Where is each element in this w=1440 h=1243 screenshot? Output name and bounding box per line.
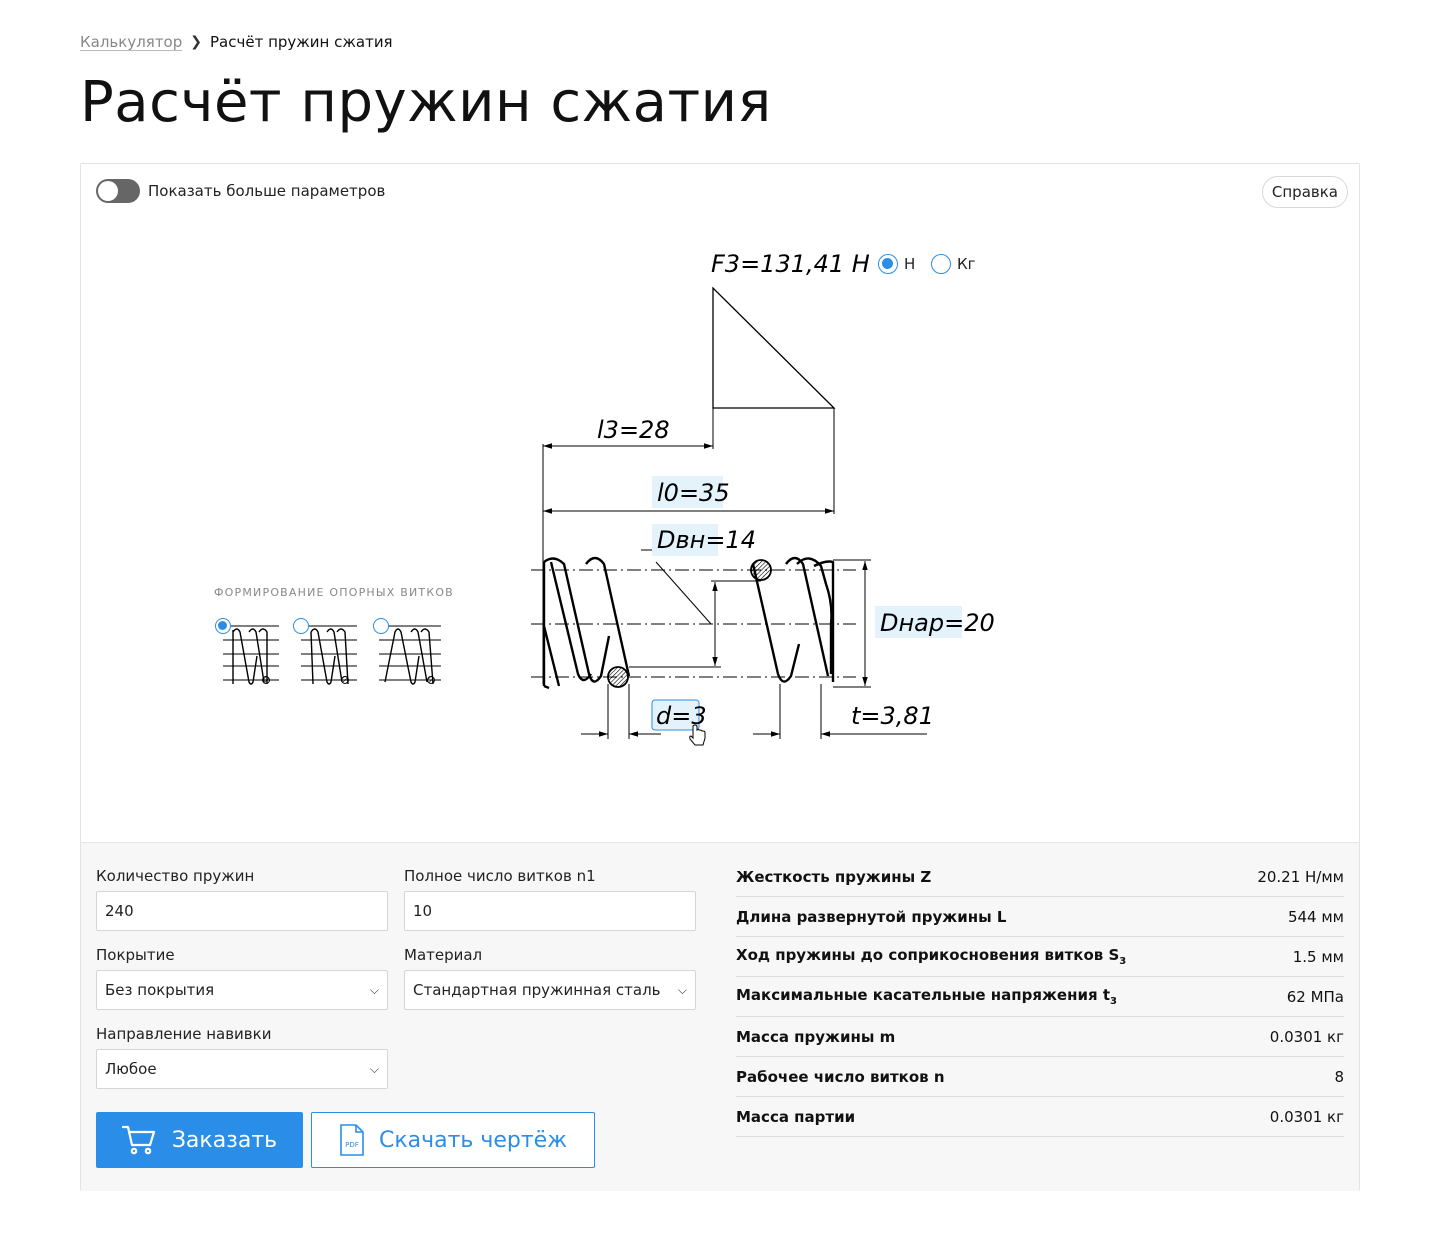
breadcrumb-current: Расчёт пружин сжатия [210, 33, 393, 51]
unit-option-kg[interactable]: Кг [931, 254, 976, 274]
support-coil-thumbnails [223, 625, 441, 685]
coating-field: Покрытие Без покрытия ⌵ [96, 946, 388, 1010]
result-row: Длина развернутой пружины L 544 мм [736, 897, 1344, 937]
unit-option-newton[interactable]: Н [878, 254, 915, 274]
drawing-panel: F3=131,41 H l3=28 l0=35 Dвн=14 Dнар=20 d… [81, 164, 1359, 842]
result-row: Жесткость пружины Z 20.21 Н/мм [736, 857, 1344, 897]
more-params-toggle-row: Показать больше параметров [96, 179, 385, 203]
material-label: Материал [404, 946, 483, 964]
total-coils-value: 10 [413, 902, 433, 920]
coating-value: Без покрытия [105, 981, 215, 999]
result-label-text: Рабочее число витков n [736, 1067, 945, 1086]
l0-label[interactable]: l0=35 [657, 479, 730, 507]
result-label: Ход пружины до соприкосновения витков S3 [736, 946, 1126, 967]
result-label: Масса пружины m [736, 1028, 895, 1046]
radio-newton[interactable] [878, 254, 898, 274]
inner-diameter-label[interactable]: Dвн=14 [657, 526, 756, 554]
chevron-down-icon: ⌵ [677, 982, 687, 997]
order-button[interactable]: Заказать [96, 1112, 303, 1168]
result-value: 20.21 Н/мм [1257, 867, 1344, 886]
chevron-right-icon: ❯ [190, 34, 202, 50]
result-label: Масса партии [736, 1108, 855, 1126]
result-label-text: Длина развернутой пружины L [736, 907, 1007, 926]
help-button[interactable]: Справка [1261, 176, 1348, 208]
outer-diameter-label[interactable]: Dнар=20 [880, 609, 995, 637]
result-label-text: Максимальные касательные напряжения t [736, 986, 1111, 1004]
calculator-card: F3=131,41 H l3=28 l0=35 Dвн=14 Dнар=20 d… [80, 163, 1360, 1191]
result-label-text: Масса пружины m [736, 1027, 896, 1046]
quantity-field: Количество пружин 240 [96, 867, 388, 931]
page-title: Расчёт пружин сжатия [80, 70, 772, 135]
result-label-text: Ход пружины до соприкосновения витков S [736, 946, 1120, 964]
result-label-text: Масса партии [736, 1107, 856, 1126]
result-label-subscript: 3 [1110, 996, 1117, 1007]
toggle-knob [98, 181, 118, 201]
cart-icon [121, 1125, 155, 1155]
more-params-toggle[interactable] [96, 179, 140, 203]
material-select[interactable]: Стандартная пружинная сталь ⌵ [404, 970, 696, 1010]
force-label: F3=131,41 H [711, 250, 870, 278]
result-value: 62 МПа [1286, 987, 1344, 1006]
pdf-badge-text: PDF [345, 1141, 359, 1149]
support-coil-option-2[interactable] [293, 618, 309, 634]
coating-select[interactable]: Без покрытия ⌵ [96, 970, 388, 1010]
result-value: 8 [1334, 1067, 1344, 1086]
breadcrumb-link-calculator[interactable]: Калькулятор [80, 33, 182, 51]
total-coils-label: Полное число витков n1 [404, 867, 596, 885]
support-coil-option-3[interactable] [373, 618, 389, 634]
winding-select[interactable]: Любое ⌵ [96, 1049, 388, 1089]
radio-kg[interactable] [931, 254, 951, 274]
winding-value: Любое [105, 1060, 157, 1078]
more-params-label: Показать больше параметров [148, 182, 386, 200]
unit-kg-label: Кг [957, 255, 976, 273]
chevron-down-icon: ⌵ [369, 1061, 379, 1076]
result-label: Длина развернутой пружины L [736, 908, 1006, 926]
result-row: Рабочее число витков n 8 [736, 1057, 1344, 1097]
winding-label: Направление навивки [96, 1025, 272, 1043]
result-row: Ход пружины до соприкосновения витков S3… [736, 937, 1344, 977]
result-row: Максимальные касательные напряжения t3 62… [736, 977, 1344, 1017]
winding-field: Направление навивки Любое ⌵ [96, 1025, 388, 1089]
material-field: Материал Стандартная пружинная сталь ⌵ [404, 946, 696, 1010]
quantity-input[interactable]: 240 [96, 891, 388, 931]
spring-drawing: F3=131,41 H l3=28 l0=35 Dвн=14 Dнар=20 d… [223, 250, 995, 746]
result-value: 0.0301 кг [1269, 1107, 1344, 1126]
result-label: Рабочее число витков n [736, 1068, 945, 1086]
quantity-value: 240 [105, 902, 134, 920]
parameters-panel: Количество пружин 240 Полное число витко… [81, 842, 1359, 1191]
results-table: Жесткость пружины Z 20.21 Н/мм Длина разве… [736, 857, 1344, 1137]
result-value: 1.5 мм [1292, 947, 1344, 966]
quantity-label: Количество пружин [96, 867, 255, 885]
total-coils-field: Полное число витков n1 10 [404, 867, 696, 931]
l3-label: l3=28 [597, 416, 670, 444]
wire-diameter-label[interactable]: d=3 [656, 702, 707, 730]
coating-label: Покрытие [96, 946, 175, 964]
chevron-down-icon: ⌵ [369, 982, 379, 997]
support-coils-caption: ФОРМИРОВАНИЕ ОПОРНЫХ ВИТКОВ [214, 586, 454, 599]
download-drawing-button[interactable]: PDF Скачать чертёж [311, 1112, 595, 1168]
pitch-label: t=3,81 [851, 702, 934, 730]
result-label-text: Жесткость пружины Z [736, 867, 932, 886]
support-coil-option-1[interactable] [215, 618, 231, 634]
order-label: Заказать [171, 1127, 278, 1153]
result-row: Масса партии 0.0301 кг [736, 1097, 1344, 1137]
result-value: 0.0301 кг [1269, 1027, 1344, 1046]
material-value: Стандартная пружинная сталь [413, 981, 661, 999]
result-label: Жесткость пружины Z [736, 868, 931, 886]
breadcrumb: Калькулятор ❯ Расчёт пружин сжатия [80, 33, 393, 51]
total-coils-input[interactable]: 10 [404, 891, 696, 931]
result-label-subscript: 3 [1119, 956, 1127, 967]
result-label: Максимальные касательные напряжения t3 [736, 986, 1117, 1007]
result-value: 544 мм [1287, 907, 1344, 926]
unit-newton-label: Н [904, 255, 916, 273]
download-label: Скачать чертёж [378, 1127, 568, 1153]
pdf-icon: PDF [340, 1124, 364, 1156]
result-row: Масса пружины m 0.0301 кг [736, 1017, 1344, 1057]
